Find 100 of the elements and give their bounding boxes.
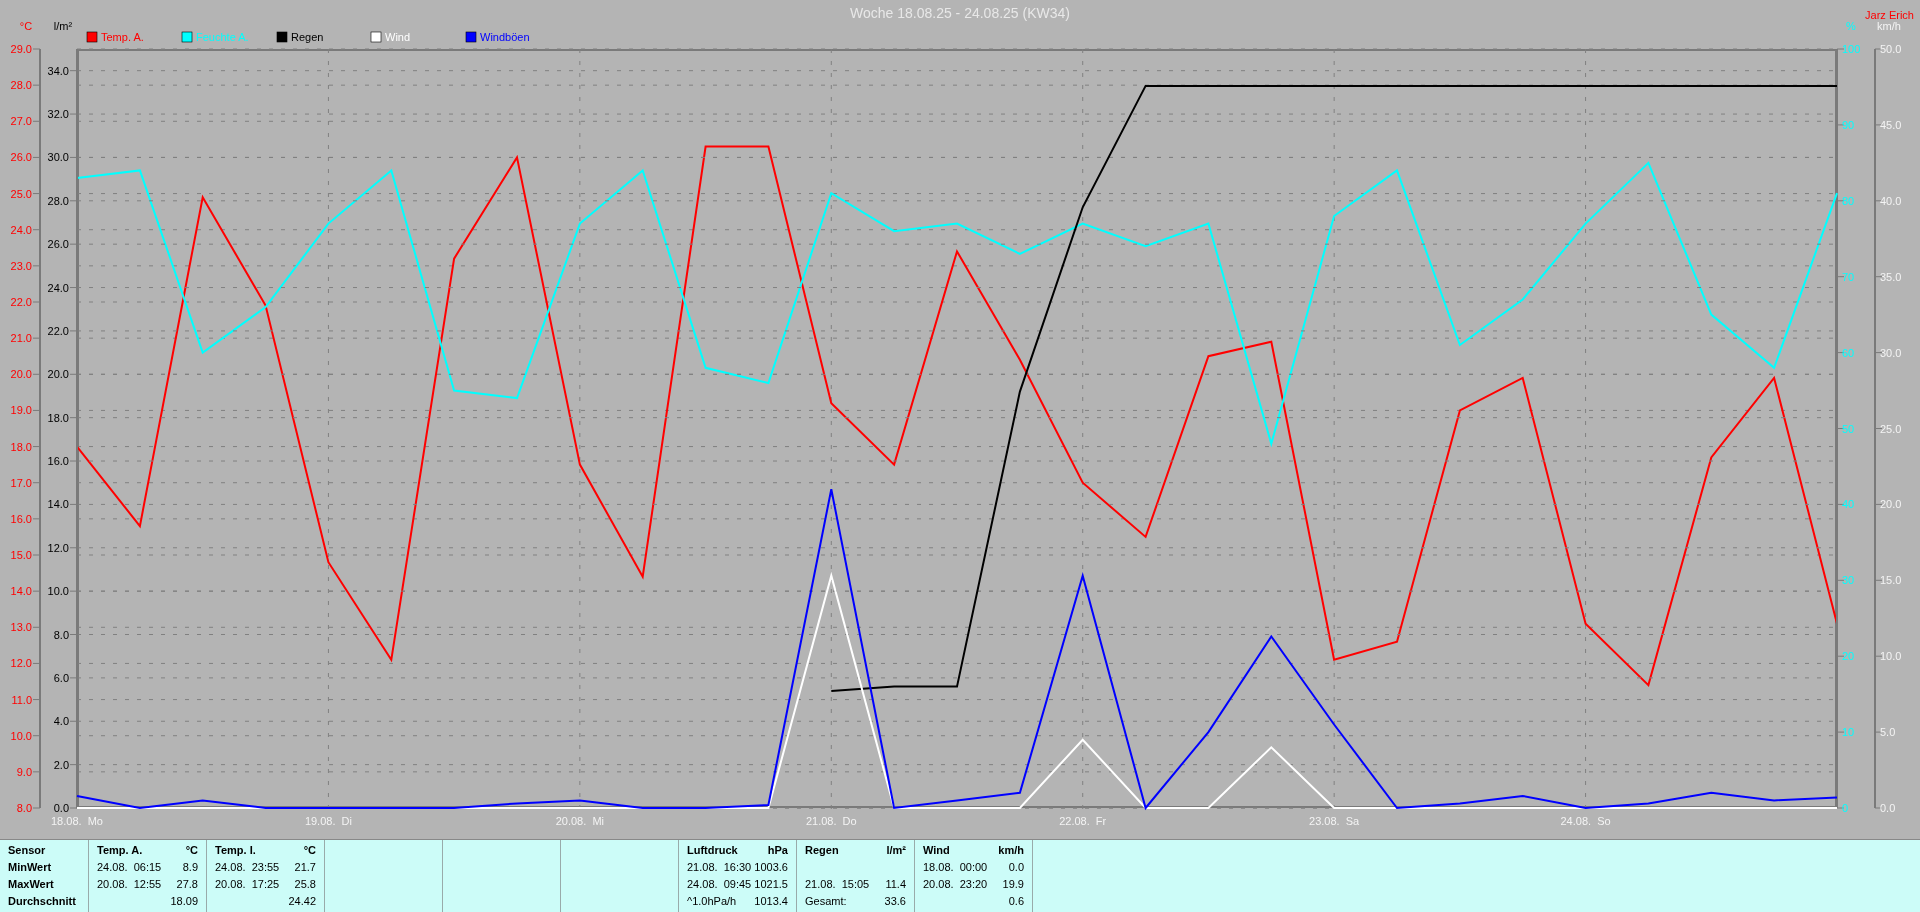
y-axis-label: 22.0 (10, 296, 32, 308)
table-cell-text: 8.9 (182, 860, 198, 875)
y-axis-label: 20.0 (1880, 498, 1902, 511)
column-header: Luftdruck (687, 843, 738, 858)
table-cell-text: 27.8 (176, 877, 198, 892)
table-cell-text: Gesamt: (805, 894, 847, 909)
y-axis-label: 8.0 (53, 628, 69, 641)
y-axis-label: 13.0 (10, 621, 32, 634)
axis-unit: °C (19, 20, 33, 32)
y-axis-label: 0.0 (1880, 802, 1896, 814)
y-axis-label: 10.0 (47, 585, 69, 598)
y-axis-label: 20.0 (47, 368, 69, 381)
y-axis-label: 17.0 (10, 476, 32, 489)
legend-label: Feuchte A. (196, 31, 249, 43)
unit-label: °C (303, 843, 316, 858)
y-axis-label: 9.0 (16, 765, 32, 778)
y-axis-label: 22.0 (47, 324, 69, 337)
y-axis-label: 0.0 (53, 802, 69, 814)
y-axis-label: 50 (1842, 422, 1855, 435)
column-header: Temp. A. (97, 843, 143, 858)
table-cell-text: 21.7 (294, 860, 316, 875)
x-axis-label: 20.08. Mi (555, 815, 604, 827)
legend-label: Wind (385, 31, 411, 43)
y-axis-label: 80 (1842, 194, 1855, 207)
y-axis-label: 15.0 (10, 549, 32, 561)
y-axis-label: 18.0 (47, 411, 69, 424)
y-axis-label: 90 (1842, 118, 1855, 131)
y-axis-label: 60 (1842, 346, 1855, 359)
table-cell-text: 24.08. 09:45 (687, 877, 752, 892)
table-cell-text: 18.09 (170, 894, 198, 909)
unit-label: °C (185, 843, 198, 858)
unit-label: km/h (998, 843, 1024, 858)
y-axis-label: 8.0 (16, 802, 32, 814)
x-axis-label: 23.08. Sa (1309, 815, 1360, 827)
legend-label: Regen (291, 31, 324, 43)
y-axis-label: 18.0 (10, 440, 32, 453)
y-axis-label: 0 (1842, 802, 1849, 814)
y-axis-label: 30 (1842, 574, 1855, 587)
y-axis-label: 28.0 (10, 79, 32, 92)
table-cell-text: 1003.6 (754, 860, 788, 875)
y-axis-label: 23.0 (10, 259, 32, 272)
y-axis-label: 16.0 (10, 512, 32, 525)
y-axis-label: 27.0 (10, 115, 32, 128)
table-cell-text: 1021.5 (754, 877, 788, 892)
y-axis-label: 40 (1842, 498, 1855, 511)
legend-label: Windböen (480, 31, 530, 43)
y-axis-label: 16.0 (47, 455, 69, 468)
table-cell-text: 0.6 (1008, 894, 1024, 909)
table-cell-text: 24.42 (288, 894, 316, 909)
y-axis-label: 28.0 (47, 194, 69, 207)
column-header: Regen (805, 843, 839, 858)
x-axis-label: 21.08. Do (805, 815, 857, 827)
y-axis-label: 10 (1842, 726, 1855, 739)
table-cell-text: 24.08. 23:55 (215, 860, 280, 875)
table-cell-text: 21.08. 16:30 (687, 860, 752, 875)
y-axis-label: 5.0 (1880, 726, 1896, 739)
y-axis-label: 6.0 (53, 671, 69, 684)
table-cell-text: 19.9 (1002, 877, 1024, 892)
y-axis-label: 14.0 (47, 498, 69, 511)
x-axis-label: 24.08. So (1560, 815, 1611, 827)
x-axis-label: 22.08. Fr (1059, 815, 1107, 827)
y-axis-label: 12.0 (10, 657, 32, 670)
y-axis-label: 20 (1842, 650, 1855, 663)
table-cell-text: 25.8 (294, 877, 316, 892)
axis-unit: l/m² (53, 20, 73, 32)
y-axis-label: 14.0 (10, 585, 32, 598)
table-cell-text: 20.08. 12:55 (97, 877, 162, 892)
legend-label: Temp. A. (101, 31, 144, 43)
table-cell-text: 21.08. 15:05 (805, 877, 870, 892)
table-cell-text: 33.6 (884, 894, 906, 909)
y-axis-label: 26.0 (10, 151, 32, 164)
column-header: Temp. I. (215, 843, 256, 858)
column-header: Wind (923, 843, 950, 858)
y-axis-label: 50.0 (1880, 43, 1902, 55)
table-cell-text: 1013.4 (754, 894, 788, 909)
unit-label: hPa (767, 843, 788, 858)
row-label: MinWert (8, 860, 53, 875)
table-cell-text: 11.4 (885, 877, 906, 892)
y-axis-label: 45.0 (1880, 118, 1902, 131)
table-cell-text: 24.08. 06:15 (97, 860, 162, 875)
y-axis-label: 34.0 (47, 64, 69, 77)
y-axis-label: 20.0 (10, 368, 32, 381)
table-cell-text: 18.08. 00:00 (923, 860, 988, 875)
y-axis-label: 15.0 (1880, 574, 1902, 587)
y-axis-label: 100 (1842, 43, 1861, 55)
y-axis-label: 29.0 (10, 43, 32, 55)
y-axis-label: 35.0 (1880, 270, 1902, 283)
row-label: Durchschnitt (8, 894, 77, 909)
y-axis-label: 2.0 (53, 758, 69, 771)
author-label: Jarz Erich (1865, 9, 1914, 21)
y-axis-label: 10.0 (10, 729, 32, 742)
row-label: MaxWert (8, 877, 55, 892)
x-axis-label: 18.08. Mo (51, 815, 103, 827)
y-axis-label: 4.0 (53, 715, 69, 728)
unit-label: l/m² (886, 843, 906, 858)
table-cell-text: ^1.0hPa/h (687, 894, 737, 909)
y-axis-label: 32.0 (47, 108, 69, 121)
y-axis-label: 30.0 (1880, 346, 1902, 359)
y-axis-label: 11.0 (11, 693, 32, 706)
axis-unit: km/h (1877, 20, 1901, 32)
